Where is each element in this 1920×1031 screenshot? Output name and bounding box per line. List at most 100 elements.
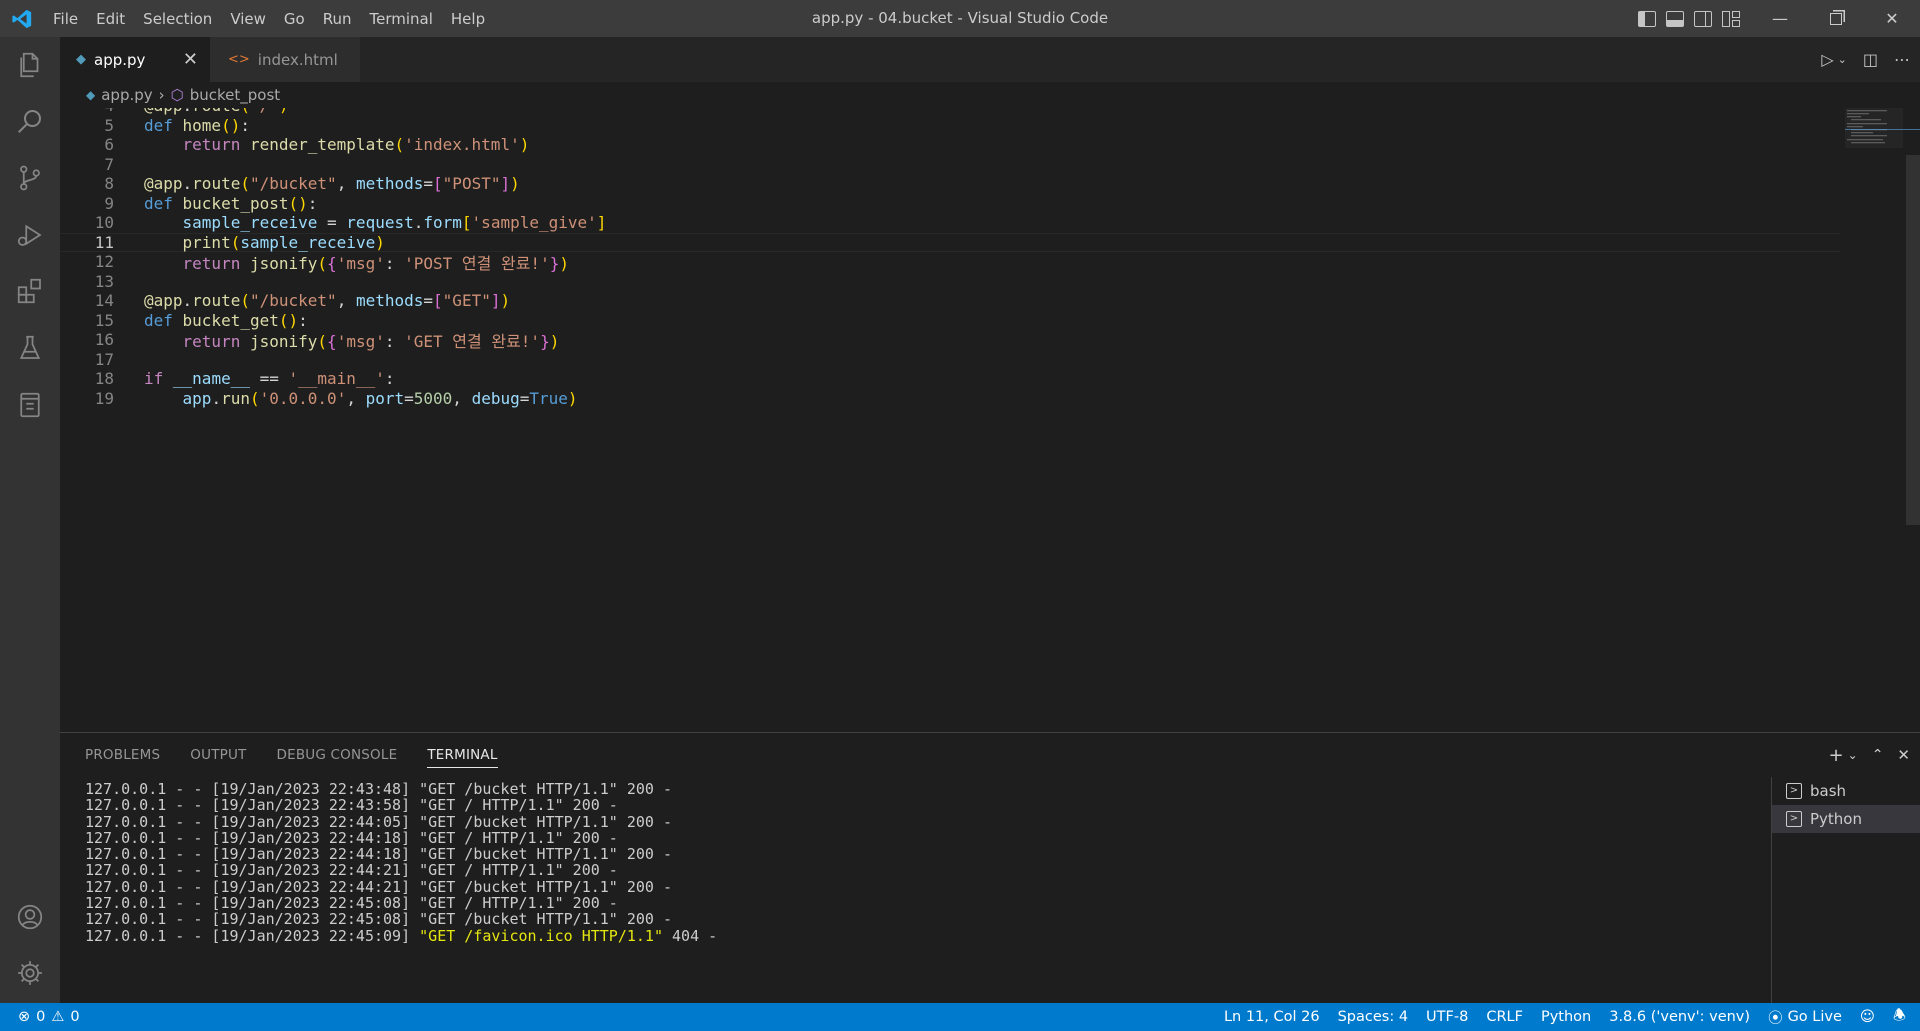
chevron-down-icon[interactable]: ⌄ bbox=[1848, 748, 1858, 762]
code-token: '0.0.0.0' bbox=[259, 388, 347, 408]
code-line[interactable]: 12 return jsonify({'msg': 'POST 연결 완료!'}… bbox=[60, 252, 1840, 273]
code-token: '__main__' bbox=[288, 369, 385, 389]
code-line[interactable]: 9 def bucket_post(): bbox=[60, 194, 1840, 214]
split-editor-icon[interactable]: ◫ bbox=[1863, 50, 1878, 69]
run-python-file-icon[interactable]: ▷ bbox=[1821, 50, 1833, 69]
cursor-position[interactable]: Ln 11, Col 26 bbox=[1224, 1009, 1320, 1025]
feedback-icon[interactable]: ☺ bbox=[1860, 1009, 1875, 1025]
terminal-output[interactable]: 127.0.0.1 - - [19/Jan/2023 22:43:48] "GE… bbox=[85, 781, 1765, 1001]
code-token: jsonify bbox=[249, 253, 318, 273]
indentation[interactable]: Spaces: 4 bbox=[1338, 1009, 1408, 1025]
terminal-line: 127.0.0.1 - - [19/Jan/2023 22:44:05] "GE… bbox=[85, 813, 1765, 830]
code-token: ] bbox=[500, 174, 511, 194]
code-line[interactable]: 17 bbox=[60, 350, 1840, 370]
code-line[interactable]: 8 @app.route("/bucket", methods=["POST"]) bbox=[60, 174, 1840, 194]
code-token: . bbox=[211, 388, 222, 408]
code-line[interactable]: 7 bbox=[60, 155, 1840, 175]
close-panel-icon[interactable]: ✕ bbox=[1897, 746, 1910, 764]
tab-output[interactable]: OUTPUT bbox=[190, 733, 246, 777]
minimize-button[interactable]: — bbox=[1752, 0, 1808, 37]
code-line[interactable]: 13 bbox=[60, 272, 1840, 292]
line-number: 9 bbox=[104, 193, 114, 213]
search-icon[interactable] bbox=[0, 93, 60, 149]
tab-index-html[interactable]: <> index.html bbox=[210, 37, 360, 82]
code-line[interactable]: 14 @app.route("/bucket", methods=["GET"]) bbox=[60, 291, 1840, 311]
maximize-panel-icon[interactable]: ⌃ bbox=[1872, 747, 1884, 763]
terminal-list: > bash > Python bbox=[1771, 777, 1920, 1004]
more-actions-icon[interactable]: ⋯ bbox=[1894, 50, 1910, 69]
python-interpreter[interactable]: 3.8.6 ('venv': venv) bbox=[1609, 1009, 1750, 1025]
close-tab-icon[interactable]: ✕ bbox=[183, 49, 198, 70]
code-token: 'POST 연결 완료!' bbox=[404, 253, 550, 273]
terminal-line: 127.0.0.1 - - [19/Jan/2023 22:44:18] "GE… bbox=[85, 830, 1765, 846]
panel-actions: + ⌄ ⌃ ✕ bbox=[1829, 733, 1910, 777]
code-token: route bbox=[192, 108, 240, 115]
code-token: [ bbox=[433, 174, 443, 194]
source-control-icon[interactable] bbox=[0, 150, 60, 206]
menu-file[interactable]: File bbox=[44, 0, 87, 37]
code-token: form bbox=[423, 213, 462, 233]
breadcrumb-file[interactable]: app.py bbox=[101, 86, 152, 104]
code-line[interactable]: 19 app.run('0.0.0.0', port=5000, debug=T… bbox=[60, 389, 1840, 409]
layout-controls bbox=[1638, 0, 1740, 37]
tab-app-py[interactable]: ◆ app.py ✕ bbox=[60, 37, 210, 82]
editor-scrollbar[interactable] bbox=[1906, 155, 1920, 525]
encoding[interactable]: UTF-8 bbox=[1426, 1009, 1468, 1025]
testing-icon[interactable] bbox=[0, 320, 60, 376]
chevron-down-icon[interactable]: ⌄ bbox=[1838, 53, 1847, 66]
restore-button[interactable] bbox=[1808, 0, 1864, 37]
code-line[interactable]: 4 @app.route('/') bbox=[60, 108, 1840, 116]
code-token: debug bbox=[471, 388, 520, 408]
menu-run[interactable]: Run bbox=[314, 0, 361, 37]
tab-problems[interactable]: PROBLEMS bbox=[85, 733, 160, 777]
code-line[interactable]: 6 return render_template('index.html') bbox=[60, 135, 1840, 155]
code-line[interactable]: 16 return jsonify({'msg': 'GET 연결 완료!'}) bbox=[60, 330, 1840, 351]
close-window-button[interactable]: ✕ bbox=[1864, 0, 1920, 37]
code-token: { bbox=[327, 253, 337, 273]
menu-terminal[interactable]: Terminal bbox=[361, 0, 442, 37]
extensions-icon[interactable] bbox=[0, 263, 60, 319]
python-file-icon: ◆ bbox=[76, 52, 86, 67]
run-and-debug-icon[interactable] bbox=[0, 207, 60, 263]
code-line[interactable]: 18 if __name__ == '__main__': bbox=[60, 369, 1840, 389]
line-number: 17 bbox=[94, 349, 114, 369]
accounts-icon[interactable] bbox=[0, 889, 60, 945]
new-terminal-icon[interactable]: + bbox=[1829, 745, 1844, 766]
code-line[interactable]: 5 def home(): bbox=[60, 116, 1840, 136]
code-token: @app bbox=[144, 108, 183, 115]
menu-view[interactable]: View bbox=[221, 0, 275, 37]
line-code: @app.route('/') bbox=[144, 108, 289, 115]
line-code: def home(): bbox=[144, 116, 250, 135]
menu-edit[interactable]: Edit bbox=[87, 0, 134, 37]
code-line[interactable]: 10 sample_receive = request.form['sample… bbox=[60, 213, 1840, 233]
toggle-secondary-sidebar-icon[interactable] bbox=[1694, 10, 1712, 27]
tab-terminal[interactable]: TERMINAL bbox=[427, 742, 498, 768]
menu-help[interactable]: Help bbox=[442, 0, 494, 37]
explorer-icon[interactable] bbox=[0, 37, 60, 93]
end-of-line[interactable]: CRLF bbox=[1486, 1009, 1523, 1025]
vscode-logo-icon[interactable] bbox=[0, 0, 44, 37]
go-live-button[interactable]: ⦿ Go Live bbox=[1768, 1007, 1842, 1028]
terminal-instance-python[interactable]: > Python bbox=[1772, 805, 1920, 833]
status-problems[interactable]: ⊗ 0 ⚠ 0 bbox=[18, 1003, 80, 1031]
menu-go[interactable]: Go bbox=[275, 0, 314, 37]
remote-explorer-icon[interactable] bbox=[0, 377, 60, 433]
code-editor[interactable]: 4@app.route('/')5def home():6 return ren… bbox=[60, 108, 1850, 732]
tab-debug-console[interactable]: DEBUG CONSOLE bbox=[277, 733, 398, 777]
customize-layout-icon[interactable] bbox=[1722, 10, 1740, 27]
terminal-request: "GET /bucket HTTP/1.1" bbox=[419, 845, 618, 864]
code-token: ) bbox=[567, 388, 578, 408]
settings-gear-icon[interactable] bbox=[0, 945, 60, 1001]
toggle-panel-icon[interactable] bbox=[1666, 10, 1684, 27]
terminal-instance-bash[interactable]: > bash bbox=[1772, 777, 1920, 805]
terminal-prefix: 127.0.0.1 - - [19/Jan/2023 22:44:21] bbox=[85, 861, 420, 880]
code-token: : bbox=[307, 193, 318, 213]
notifications-bell-icon[interactable]: 🕭 bbox=[1893, 1005, 1906, 1030]
toggle-primary-sidebar-icon[interactable] bbox=[1638, 10, 1656, 27]
tab-label: index.html bbox=[257, 50, 338, 69]
breadcrumb-symbol[interactable]: bucket_post bbox=[190, 86, 280, 104]
menu-selection[interactable]: Selection bbox=[134, 0, 221, 37]
language-mode[interactable]: Python bbox=[1541, 1009, 1591, 1025]
